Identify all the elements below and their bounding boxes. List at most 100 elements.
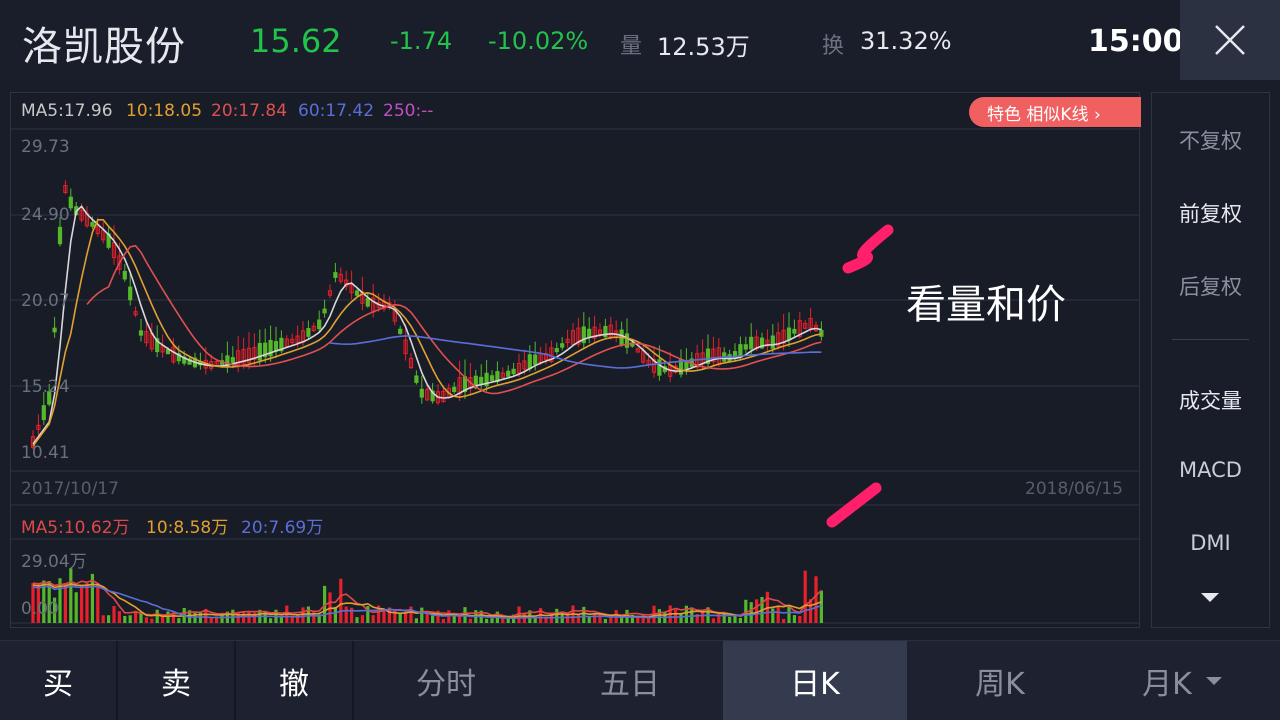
sell-button[interactable]: 卖 [118, 641, 234, 720]
volume-bar [117, 611, 121, 623]
no-adjust-option[interactable]: 不复权 [1152, 125, 1269, 155]
close-button[interactable] [1180, 0, 1280, 80]
quote-time: 15:00 [1088, 24, 1184, 59]
candle-body [554, 348, 559, 353]
candle-body [128, 286, 133, 301]
volume-bar [576, 614, 580, 623]
annotation-stroke [842, 224, 894, 274]
volume-axis-label: 29.04万 [21, 552, 87, 572]
volume-bar [490, 618, 494, 623]
candlestick-series [30, 180, 824, 450]
volume-bar [344, 606, 348, 623]
tab-daily-k[interactable]: 日K [723, 641, 907, 720]
volume-bar [107, 615, 111, 623]
volume-bar [447, 610, 451, 623]
candle-body [306, 328, 311, 337]
candle-body [41, 405, 46, 421]
volume-bar [85, 582, 89, 623]
similar-kline-button[interactable]: 特色 相似K线 › [969, 97, 1141, 127]
caret-down-icon[interactable] [1201, 593, 1219, 603]
volume-bar [150, 618, 154, 623]
volume-bar [711, 618, 715, 623]
panel-divider [1172, 339, 1249, 340]
date-end-label: 2018/06/15 [1025, 479, 1123, 499]
volume-bar [80, 584, 84, 623]
candle-body [452, 386, 457, 393]
close-icon [1215, 25, 1245, 55]
vol-ma20-legend: 20:7.69万 [241, 518, 324, 538]
macd-indicator-option[interactable]: MACD [1152, 458, 1269, 482]
volume-axis-label: 0.00 [21, 599, 59, 619]
kline-chart[interactable] [11, 93, 1139, 627]
volume-bar [485, 618, 489, 623]
price-change: -1.74 [390, 27, 453, 55]
volume-bar [333, 606, 337, 623]
ma5-line [32, 205, 822, 445]
candle-body [230, 357, 235, 363]
candle-body [398, 328, 403, 334]
candle-body [479, 376, 484, 386]
y-axis-label: 15.24 [21, 377, 70, 397]
volume-bar [620, 617, 624, 623]
volume-bar [468, 618, 472, 623]
volume-bar [647, 618, 651, 623]
cancel-order-button[interactable]: 撤 [236, 641, 352, 720]
volume-bar [101, 615, 105, 623]
ma20-legend: 20:17.84 [211, 101, 288, 121]
candle-body [57, 226, 63, 245]
volume-bar [382, 611, 386, 623]
vol-ma10-legend: 10:8.58万 [146, 518, 229, 538]
volume-bar [404, 612, 408, 623]
volume-bar [355, 617, 359, 623]
chevron-down-icon[interactable] [1206, 677, 1222, 686]
buy-button[interactable]: 买 [0, 641, 116, 720]
tab-five-day[interactable]: 五日 [538, 641, 722, 720]
indicator-panel: 不复权 前复权 后复权 成交量 MACD DMI [1151, 92, 1270, 628]
candle-body [419, 388, 424, 398]
tab-intraday[interactable]: 分时 [354, 641, 538, 720]
current-price: 15.62 [250, 22, 342, 60]
date-start-label: 2017/10/17 [21, 479, 119, 499]
volume-bar [398, 613, 402, 623]
candle-body [414, 375, 419, 383]
volume-bar [69, 568, 73, 623]
tab-weekly-k[interactable]: 周K [908, 641, 1092, 720]
volume-bar [128, 615, 132, 623]
volume-indicator-option[interactable]: 成交量 [1152, 385, 1269, 415]
volume-bar [177, 618, 181, 623]
y-axis-label: 10.41 [21, 443, 70, 463]
price-change-percent: -10.02% [488, 27, 589, 55]
ma60-legend: 60:17.42 [298, 101, 375, 121]
volume-bar [166, 611, 170, 623]
candle-body [743, 344, 748, 350]
backward-adjust-option[interactable]: 后复权 [1152, 271, 1269, 301]
volume-bar [587, 616, 591, 623]
annotation-stroke [826, 482, 882, 528]
volume-bar [603, 618, 607, 623]
y-axis-label: 20.07 [21, 291, 70, 311]
candle-body [770, 335, 775, 349]
candle-body [792, 328, 797, 334]
volume-bar [701, 611, 705, 623]
candle-body [333, 272, 338, 278]
volume-bar [782, 618, 786, 623]
candle-body [506, 370, 511, 377]
volume-bar [441, 618, 445, 623]
volume-bar [798, 616, 802, 623]
kline-chart-panel[interactable]: MA5:17.96 10:18.05 20:17.84 60:17.42 250… [10, 92, 1141, 628]
quote-header: 洛凯股份 15.62 -1.74 -10.02% 量 12.53万 换 31.3… [0, 0, 1280, 82]
candle-body [489, 375, 495, 381]
y-axis-label: 24.90 [21, 205, 70, 225]
volume-bar [301, 607, 305, 623]
y-axis-label: 29.73 [21, 137, 70, 157]
volume-bar [360, 615, 364, 623]
volume-bar [458, 616, 462, 623]
vol-ma5-legend: MA5:10.62万 [21, 518, 130, 538]
volume-bar [63, 582, 67, 623]
candle-body [624, 333, 630, 348]
volume-bar [269, 618, 273, 623]
candle-body [749, 336, 754, 350]
dmi-indicator-option[interactable]: DMI [1152, 531, 1269, 555]
turnover-label: 换 [822, 34, 845, 59]
forward-adjust-option[interactable]: 前复权 [1152, 198, 1269, 228]
